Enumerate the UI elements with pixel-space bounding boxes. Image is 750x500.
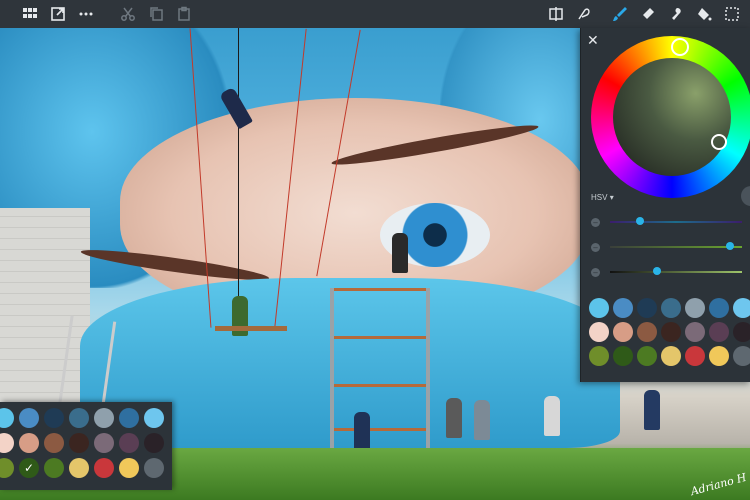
minus-icon[interactable]: –	[591, 267, 600, 277]
grid-icon[interactable]	[16, 0, 44, 28]
color-swatch[interactable]	[19, 408, 39, 428]
color-swatch[interactable]	[733, 298, 750, 318]
color-swatch[interactable]	[637, 346, 657, 366]
color-swatch[interactable]	[44, 408, 64, 428]
color-swatch[interactable]	[44, 458, 64, 478]
top-toolbar	[0, 0, 750, 28]
color-swatch[interactable]	[119, 433, 139, 453]
slider-knob[interactable]	[726, 242, 734, 250]
color-swatch[interactable]	[144, 408, 164, 428]
color-swatch[interactable]	[661, 298, 681, 318]
color-swatch[interactable]	[613, 346, 633, 366]
rope	[238, 28, 239, 328]
palette-grid: ✓	[0, 408, 164, 478]
saturation-slider[interactable]: –	[591, 241, 750, 253]
slider-track[interactable]	[610, 217, 742, 225]
paste-icon[interactable]	[170, 0, 198, 28]
color-swatch[interactable]	[94, 458, 114, 478]
eraser-icon[interactable]	[634, 0, 662, 28]
swatch-grid	[589, 298, 750, 366]
mirror-icon[interactable]	[542, 0, 570, 28]
export-icon[interactable]	[44, 0, 72, 28]
color-swatch[interactable]	[709, 298, 729, 318]
close-icon[interactable]: ✕	[587, 32, 599, 49]
value-slider[interactable]: –	[591, 266, 750, 278]
color-swatch[interactable]	[589, 298, 609, 318]
color-mode-select[interactable]: HSV ▾	[591, 193, 614, 202]
color-wheel[interactable]	[591, 36, 750, 198]
color-swatch[interactable]	[589, 346, 609, 366]
color-swatch[interactable]	[19, 433, 39, 453]
color-swatch[interactable]	[613, 298, 633, 318]
chevron-down-icon: ▾	[609, 193, 614, 202]
color-swatch[interactable]	[661, 346, 681, 366]
minus-icon[interactable]: –	[591, 217, 600, 227]
color-swatch[interactable]	[94, 408, 114, 428]
color-swatch[interactable]	[709, 346, 729, 366]
slider-knob[interactable]	[636, 217, 644, 225]
color-swatch[interactable]	[661, 322, 681, 342]
color-swatch[interactable]	[119, 408, 139, 428]
more-icon[interactable]	[72, 0, 100, 28]
color-swatch[interactable]	[0, 433, 14, 453]
painter-figure	[544, 396, 560, 436]
color-swatch[interactable]	[613, 322, 633, 342]
color-swatch[interactable]	[144, 433, 164, 453]
color-mode-label: HSV	[591, 193, 608, 202]
color-swatch[interactable]	[685, 298, 705, 318]
cut-icon[interactable]	[114, 0, 142, 28]
quick-palette: ✓	[0, 402, 172, 490]
fill-icon[interactable]	[690, 0, 718, 28]
swing-plank	[215, 326, 287, 331]
slider-knob[interactable]	[653, 267, 661, 275]
lasso-icon[interactable]	[570, 0, 598, 28]
painter-figure	[644, 390, 660, 430]
painter-figure	[446, 398, 462, 438]
minus-icon[interactable]: –	[591, 242, 600, 252]
color-swatch[interactable]	[144, 458, 164, 478]
color-swatch[interactable]	[589, 322, 609, 342]
smudge-icon[interactable]	[662, 0, 690, 28]
hue-slider[interactable]: –	[591, 216, 750, 228]
color-swatch[interactable]	[69, 433, 89, 453]
color-swatch[interactable]	[733, 322, 750, 342]
saturation-value-area[interactable]	[613, 58, 731, 176]
select-icon[interactable]	[718, 0, 746, 28]
color-swatch[interactable]	[733, 346, 750, 366]
color-swatch[interactable]	[69, 408, 89, 428]
painter-figure	[354, 412, 370, 452]
current-color-preview[interactable]	[741, 186, 750, 206]
color-swatch[interactable]	[637, 322, 657, 342]
color-swatch[interactable]	[94, 433, 114, 453]
color-swatch[interactable]	[44, 433, 64, 453]
color-swatch[interactable]	[685, 322, 705, 342]
color-swatch[interactable]	[0, 458, 14, 478]
color-swatch[interactable]	[685, 346, 705, 366]
color-swatch[interactable]	[69, 458, 89, 478]
painter-figure	[392, 233, 408, 273]
brush-icon[interactable]	[606, 0, 634, 28]
slider-track[interactable]	[610, 267, 742, 275]
color-picker-panel: ✕ HSV ▾ – – –	[580, 28, 750, 382]
slider-track[interactable]	[610, 242, 742, 250]
color-swatch[interactable]	[119, 458, 139, 478]
check-icon: ✓	[23, 461, 35, 475]
hue-handle[interactable]	[671, 38, 689, 56]
copy-icon[interactable]	[142, 0, 170, 28]
color-handle[interactable]	[711, 134, 727, 150]
painter-figure	[474, 400, 490, 440]
color-swatch[interactable]: ✓	[19, 458, 39, 478]
color-swatch[interactable]	[0, 408, 14, 428]
color-swatch[interactable]	[637, 298, 657, 318]
color-swatch[interactable]	[709, 322, 729, 342]
